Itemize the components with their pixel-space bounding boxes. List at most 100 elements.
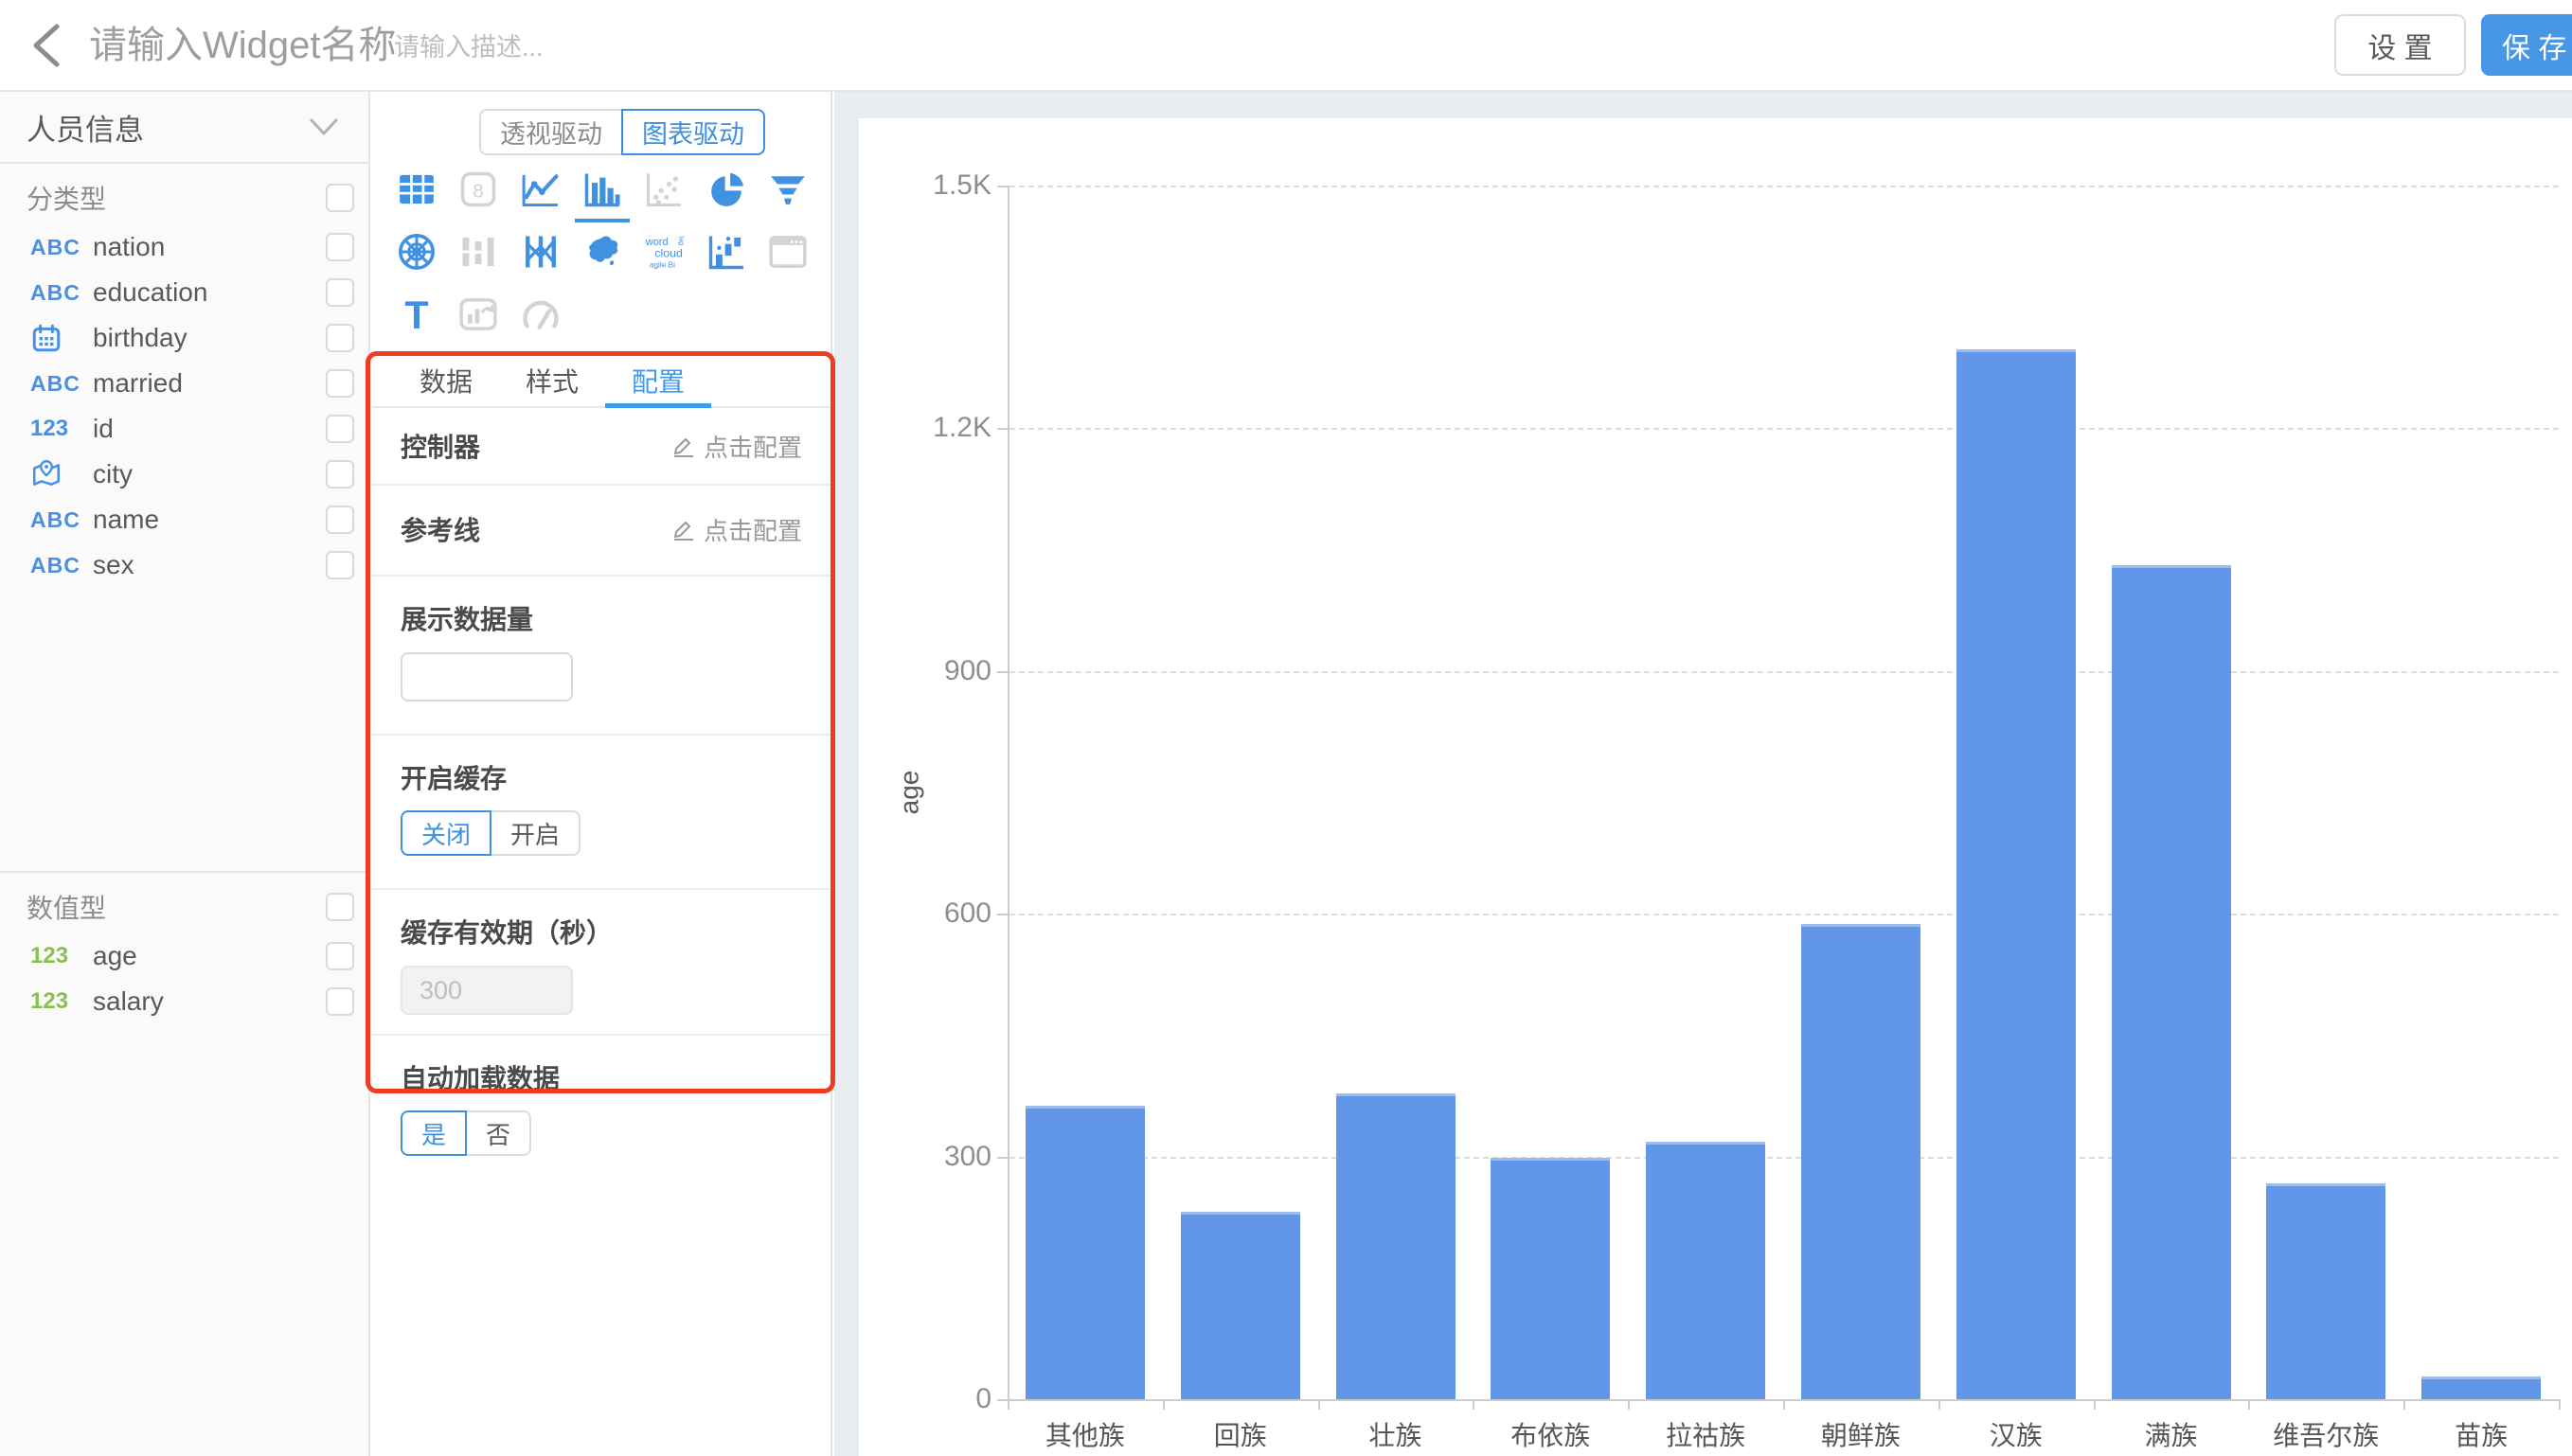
bar-其他族[interactable] (1026, 1106, 1145, 1399)
field-checkbox[interactable] (326, 551, 354, 579)
autoload-option-是[interactable]: 是 (401, 1110, 467, 1156)
field-list: ABCnationABCeducationbirthdayABCmarried1… (0, 224, 368, 588)
panel-tabs: 数据样式配置 (372, 355, 831, 408)
scatter-chart-icon[interactable] (634, 168, 695, 211)
field-item-age[interactable]: 123age (0, 933, 368, 979)
cache-toggle: 关闭开启 (401, 810, 802, 856)
widget-name-input[interactable] (87, 17, 428, 74)
section-checkbox[interactable] (326, 184, 354, 212)
field-item-married[interactable]: ABCmarried (0, 361, 368, 406)
settings-button[interactable]: 设 置 (2334, 14, 2466, 76)
bar-布依族[interactable] (1491, 1158, 1610, 1399)
bar-满族[interactable] (2112, 565, 2231, 1399)
iframe-chart-icon[interactable] (758, 230, 819, 274)
reference-line-label: 参考线 (401, 510, 480, 548)
autoload-section: 自动加载数据 是否 (372, 1036, 831, 1188)
text-type-icon: ABC (30, 235, 80, 260)
autoload-option-否[interactable]: 否 (465, 1110, 531, 1156)
field-item-education[interactable]: ABCeducation (0, 270, 368, 315)
field-name: sex (93, 550, 326, 580)
field-checkbox[interactable] (326, 324, 354, 352)
x-axis-tick (2094, 1399, 2096, 1410)
field-item-sex[interactable]: ABCsex (0, 542, 368, 588)
reference-line-configure-link[interactable]: 点击配置 (671, 512, 802, 547)
tab-样式[interactable]: 样式 (499, 355, 605, 406)
map-chart-icon[interactable] (571, 230, 633, 274)
field-checkbox[interactable] (326, 369, 354, 398)
chevron-left-icon (25, 21, 70, 70)
wordcloud-chart-icon[interactable]: wordcloudagile Bitag (634, 230, 695, 274)
bar-维吾尔族[interactable] (2266, 1183, 2385, 1399)
bar-苗族[interactable] (2421, 1376, 2541, 1399)
gauge-chart-icon[interactable] (509, 293, 571, 336)
y-axis-line (1008, 186, 1009, 1399)
pie-chart-icon[interactable] (695, 168, 757, 211)
section-header: 分类型 (0, 171, 368, 224)
text-chart-icon[interactable]: T (385, 293, 447, 336)
back-button[interactable] (25, 21, 70, 70)
field-item-nation[interactable]: ABCnation (0, 224, 368, 270)
y-axis-label: 300 (878, 1141, 991, 1173)
dataset-selector[interactable]: 人员信息 (0, 92, 368, 164)
widget-description-input[interactable] (392, 28, 695, 66)
section-label: 数值型 (27, 888, 106, 926)
field-item-id[interactable]: 123id (0, 406, 368, 452)
field-checkbox[interactable] (326, 233, 354, 261)
save-button[interactable]: 保 存 (2481, 14, 2572, 76)
field-checkbox[interactable] (326, 942, 354, 970)
field-checkbox[interactable] (326, 415, 354, 443)
mode-button-图表驱动[interactable]: 图表驱动 (621, 109, 765, 155)
x-axis-tick (1938, 1399, 1940, 1410)
field-item-birthday[interactable]: birthday (0, 315, 368, 361)
funnel-chart-icon[interactable] (758, 168, 819, 211)
bar-chart-icon[interactable] (571, 168, 633, 211)
y-axis-tick (997, 914, 1008, 915)
mode-button-透视驱动[interactable]: 透视驱动 (479, 109, 623, 155)
waterfall-chart-icon[interactable] (695, 230, 757, 274)
field-item-city[interactable]: city (0, 452, 368, 497)
table-chart-icon[interactable] (385, 168, 447, 211)
field-name: age (93, 941, 326, 971)
cache-option-关闭[interactable]: 关闭 (401, 810, 491, 856)
bar-朝鲜族[interactable] (1801, 924, 1920, 1399)
cache-option-开启[interactable]: 开启 (490, 810, 580, 856)
cache-section: 开启缓存 关闭开启 (372, 736, 831, 890)
controller-configure-link[interactable]: 点击配置 (671, 429, 802, 464)
bar-汉族[interactable] (1956, 349, 2076, 1399)
field-name: name (93, 505, 326, 535)
richtext-chart-icon[interactable] (447, 293, 509, 336)
svg-text:tag: tag (678, 237, 685, 246)
field-list: 123age123salary (0, 933, 368, 1024)
controller-section: 控制器 点击配置 (372, 408, 831, 486)
gridline (1009, 428, 2559, 430)
tab-配置[interactable]: 配置 (605, 355, 711, 406)
field-checkbox[interactable] (326, 506, 354, 534)
radar-chart-icon[interactable] (385, 230, 447, 274)
y-axis-tick (997, 1399, 1008, 1401)
field-checkbox[interactable] (326, 987, 354, 1016)
display-count-input[interactable] (401, 652, 573, 701)
bar-回族[interactable] (1181, 1212, 1300, 1399)
field-name: education (93, 277, 326, 308)
parallel-chart-icon[interactable] (509, 230, 571, 274)
field-checkbox[interactable] (326, 278, 354, 307)
line-chart-icon[interactable] (509, 168, 571, 211)
sankey-chart-icon[interactable] (447, 230, 509, 274)
bar-壮族[interactable] (1336, 1093, 1456, 1399)
sidebar-fields-panel: 人员信息 分类型ABCnationABCeducationbirthdayABC… (0, 92, 370, 1456)
bar-拉祜族[interactable] (1646, 1142, 1765, 1399)
field-item-name[interactable]: ABCname (0, 497, 368, 542)
cache-ttl-label: 缓存有效期（秒） (401, 918, 613, 948)
number-chart-icon[interactable]: 8 (447, 168, 509, 211)
y-axis-tick (997, 671, 1008, 673)
number-type-icon: 123 (30, 988, 68, 1015)
pencil-icon (671, 517, 696, 542)
field-checkbox[interactable] (326, 460, 354, 488)
x-axis-tick (2559, 1399, 2561, 1410)
field-item-salary[interactable]: 123salary (0, 979, 368, 1024)
cache-ttl-input[interactable] (401, 966, 573, 1015)
x-axis-tick (1008, 1399, 1009, 1410)
calendar-icon (30, 322, 63, 354)
section-checkbox[interactable] (326, 893, 354, 921)
tab-数据[interactable]: 数据 (393, 355, 499, 406)
